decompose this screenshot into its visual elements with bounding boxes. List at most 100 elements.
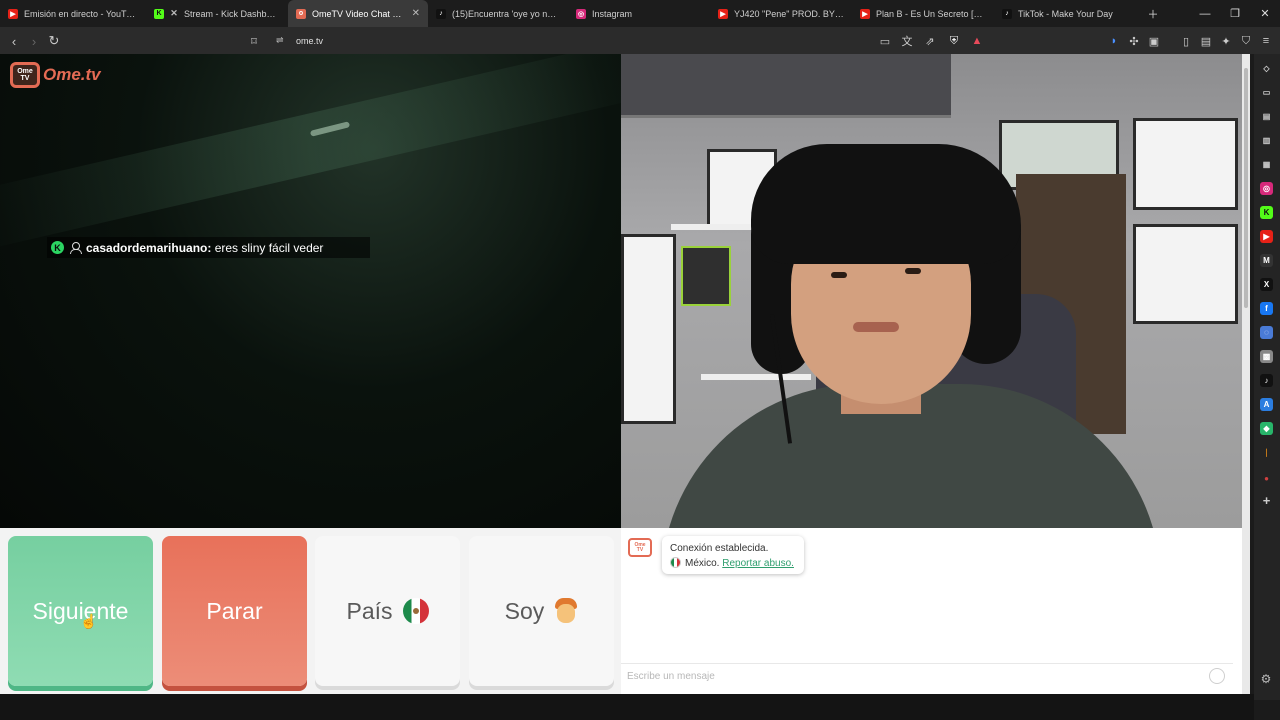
- tab-title: Plan B - Es Un Secreto [Official: [876, 8, 986, 19]
- maximize-button[interactable]: ❐: [1220, 0, 1250, 27]
- stop-button[interactable]: Parar: [162, 536, 307, 686]
- gpu-box: [681, 246, 731, 306]
- back-icon[interactable]: ‹: [4, 31, 24, 51]
- tab-tiktok[interactable]: ♪ TikTok - Make Your Day: [994, 0, 1136, 27]
- ometv-icon: Ome TV: [628, 538, 652, 557]
- tab-instagram[interactable]: ◎ Instagram: [568, 0, 710, 27]
- stop-label: Parar: [206, 597, 263, 624]
- youtube-icon: ▶: [718, 8, 728, 19]
- new-tab-button[interactable]: ＋: [1138, 0, 1168, 27]
- own-webcam-video: [621, 54, 1242, 528]
- wallet-icon[interactable]: ▤: [1197, 32, 1215, 50]
- tiktok-icon: ♪: [436, 8, 446, 19]
- add-panel-icon[interactable]: +: [1260, 493, 1273, 508]
- ometv-icon: o: [296, 8, 306, 19]
- tiktok-icon: ♪: [1002, 8, 1012, 19]
- url-text[interactable]: ome.tv: [296, 36, 323, 46]
- chat-panel: Ome TV Conexión establecida. México. Repo…: [621, 528, 1242, 694]
- ometv-page: Ome TV Ome.tv K casadordemarihuano: eres…: [0, 54, 1242, 694]
- x-icon[interactable]: X: [1260, 278, 1273, 291]
- share-icon[interactable]: ⇗: [921, 32, 939, 50]
- menu-icon[interactable]: ≡: [1257, 32, 1275, 50]
- bookmark-icon[interactable]: ⌑: [244, 31, 264, 51]
- wall-poster: [1133, 118, 1238, 210]
- extensions-icon[interactable]: ✣: [1125, 32, 1143, 50]
- page-scrollbar[interactable]: [1242, 54, 1250, 694]
- country-button[interactable]: País: [315, 536, 460, 686]
- tab-title: OmeTV Video Chat — C: [312, 8, 406, 19]
- reload-icon[interactable]: ↻: [44, 31, 64, 51]
- app-icon[interactable]: ▩: [1260, 350, 1273, 363]
- close-window-button[interactable]: ✕: [1250, 0, 1280, 27]
- app-icon[interactable]: ●: [1260, 472, 1273, 485]
- translate-icon[interactable]: 文: [898, 32, 916, 50]
- stranger-video: Ome TV Ome.tv K casadordemarihuano: eres…: [0, 54, 621, 528]
- instagram-icon[interactable]: ◎: [1260, 182, 1273, 195]
- youtube-icon: ▶: [860, 8, 870, 19]
- boy-avatar-icon: [554, 598, 578, 624]
- site-info-icon[interactable]: ⇌: [276, 35, 284, 46]
- cast-icon[interactable]: ▭: [876, 32, 894, 50]
- wall-tv: [621, 54, 951, 118]
- country-label: País: [346, 597, 393, 624]
- tab-strip: ▶ Emisión en directo - YouTube S K ✕ Str…: [0, 0, 1280, 27]
- pointer-cursor-icon: ☝: [80, 613, 98, 629]
- close-tab-icon[interactable]: ✕: [412, 8, 420, 19]
- tab-title: TikTok - Make Your Day: [1018, 8, 1113, 19]
- scrollbar-thumb[interactable]: [1244, 68, 1248, 308]
- partner-country: México.: [685, 558, 720, 569]
- vpn-shield-icon[interactable]: ⛉: [1237, 32, 1255, 50]
- medium-icon[interactable]: M: [1260, 254, 1273, 267]
- wall-poster: [1133, 224, 1238, 324]
- tab-youtube-live[interactable]: ▶ Emisión en directo - YouTube S: [0, 0, 146, 27]
- tab-youtube-planb[interactable]: ▶ Plan B - Es Un Secreto [Official: [852, 0, 994, 27]
- emoji-icon[interactable]: [1209, 668, 1225, 684]
- wallet-icon[interactable]: ▤: [1260, 110, 1273, 123]
- rewards-icon[interactable]: ▲: [968, 32, 986, 50]
- tab-youtube-yj420[interactable]: ▶ YJ420 "Pene" PROD. BY EIYI - Y: [710, 0, 852, 27]
- vpn-icon[interactable]: ◗: [1105, 32, 1123, 50]
- youtube-icon[interactable]: ▶: [1260, 230, 1273, 243]
- message-bar: [621, 663, 1233, 687]
- app-icon[interactable]: ◆: [1260, 422, 1273, 435]
- chat-username: casadordemarihuano:: [86, 240, 212, 255]
- next-button[interactable]: Siguiente: [8, 536, 153, 686]
- reading-list-icon[interactable]: ▦: [1260, 158, 1273, 171]
- leo-ai-icon[interactable]: ◇: [1260, 62, 1273, 75]
- navigation-bar: ‹ › ↻ ⌑ ⇌ ome.tv ▭ 文 ⇗ ⛨ ▲ ◗ ✣ ▣ ▯ ▤ ✦ ⛉…: [0, 27, 1280, 54]
- app-icon[interactable]: A: [1260, 398, 1273, 411]
- mexico-flag-icon: [402, 598, 429, 624]
- person-eye: [831, 272, 847, 278]
- gear-icon[interactable]: ⚙: [1259, 672, 1273, 686]
- shelf: [701, 374, 811, 380]
- media-icon[interactable]: ▭: [1260, 86, 1273, 99]
- user-icon: [70, 242, 82, 254]
- tab-title: YJ420 "Pene" PROD. BY EIYI - Y: [734, 8, 844, 19]
- overlay-chat-message: K casadordemarihuano: eres sliny fácil v…: [47, 237, 370, 258]
- message-input[interactable]: [627, 668, 1187, 684]
- report-abuse-link[interactable]: Reportar abuso.: [722, 558, 794, 569]
- browser-sidebar: ◇ ▭ ▤ ▥ ▦ ◎ K ▶ M X f ◌ ▩ ♪ A ◆ ∣ ● +: [1254, 54, 1280, 700]
- tab-kick-dashboard[interactable]: K ✕ Stream - Kick Dashboard: [146, 0, 288, 27]
- tv-icon: Ome TV: [10, 62, 40, 88]
- tab-groups-icon[interactable]: ▣: [1145, 32, 1163, 50]
- shield-icon[interactable]: ⛨: [945, 32, 963, 50]
- ometv-logo: Ome TV Ome.tv: [10, 62, 101, 88]
- tab-tiktok-search[interactable]: ♪ (15)Encuentra 'oye yo no mue: [428, 0, 568, 27]
- tab-ometv[interactable]: o OmeTV Video Chat — C ✕: [288, 0, 428, 27]
- kick-icon: K: [154, 8, 164, 19]
- bookmarks-icon[interactable]: ▥: [1260, 134, 1273, 147]
- tab-title: Instagram: [592, 8, 633, 19]
- app-icon[interactable]: ◌: [1260, 326, 1273, 339]
- connection-status: Conexión establecida.: [670, 543, 769, 554]
- kick-icon[interactable]: K: [1260, 206, 1273, 219]
- app-icon[interactable]: ∣: [1260, 446, 1273, 459]
- gender-button[interactable]: Soy: [469, 536, 614, 686]
- tab-title: Stream - Kick Dashboard: [184, 8, 280, 19]
- minimize-button[interactable]: —: [1190, 0, 1220, 27]
- sidebar-toggle-icon[interactable]: ▯: [1177, 32, 1195, 50]
- tiktok-icon[interactable]: ♪: [1260, 374, 1273, 387]
- ai-icon[interactable]: ✦: [1217, 32, 1235, 50]
- forward-icon[interactable]: ›: [24, 31, 44, 51]
- facebook-icon[interactable]: f: [1260, 302, 1273, 315]
